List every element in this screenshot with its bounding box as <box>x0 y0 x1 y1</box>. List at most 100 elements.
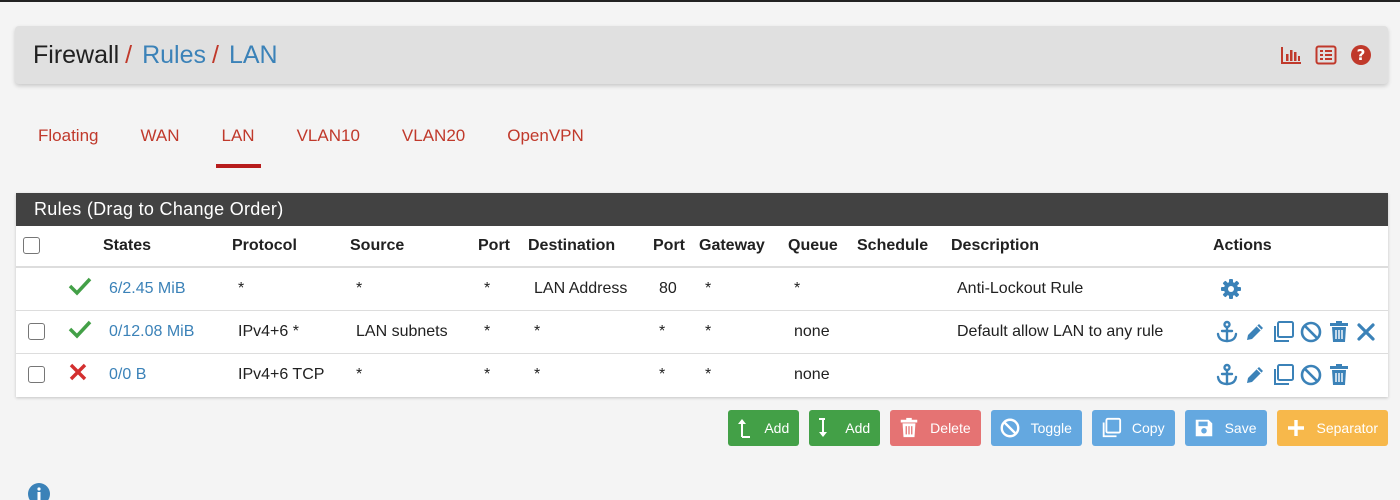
cell-queue: none <box>794 365 830 383</box>
cell-port: * <box>484 365 491 383</box>
add-rule-bottom-button[interactable]: Add <box>809 410 881 446</box>
anchor-icon[interactable] <box>1215 363 1239 387</box>
header-description[interactable]: Description <box>947 226 1209 268</box>
delete-x-icon[interactable] <box>1355 320 1377 344</box>
add-rule-top-button[interactable]: Add <box>728 410 800 446</box>
breadcrumb-firewall: Firewall <box>33 40 120 69</box>
cell-destination-port: * <box>659 365 666 383</box>
toggle-button[interactable]: Toggle <box>990 410 1082 446</box>
cell-port: * <box>469 310 519 354</box>
cell-schedule <box>854 310 947 354</box>
select-all-checkbox[interactable] <box>23 237 40 255</box>
cell-port: * <box>469 267 519 311</box>
tab-wan[interactable]: WAN <box>119 110 200 168</box>
breadcrumb-rules-link[interactable]: Rules <box>142 41 206 70</box>
cell-queue: none <box>786 310 854 354</box>
copy-rule-icon[interactable] <box>1271 363 1295 387</box>
row-checkbox[interactable] <box>28 366 45 384</box>
pass-check-icon <box>68 278 92 300</box>
breadcrumb: Firewall / Rules / LAN <box>33 41 278 70</box>
cell-source: * <box>356 365 363 383</box>
cell-description: Default allow LAN to any rule <box>947 310 1209 354</box>
info-icon[interactable] <box>27 482 51 500</box>
header-actions: Actions <box>1209 226 1388 268</box>
tab-vlan20[interactable]: VLAN20 <box>381 110 486 168</box>
table-row[interactable]: 0/0 B IPv4+6 TCP * * * * * none <box>16 353 1388 396</box>
cell-source: LAN subnets <box>342 310 469 354</box>
cell-destination: * <box>534 365 541 383</box>
copy-rule-icon[interactable] <box>1271 320 1295 344</box>
header-port[interactable]: Port <box>469 226 519 268</box>
cell-schedule <box>854 267 947 311</box>
gear-icon[interactable] <box>1219 277 1243 301</box>
help-icon[interactable]: ? <box>1350 44 1372 66</box>
arrow-up-icon <box>736 416 754 440</box>
edit-pencil-icon[interactable] <box>1243 320 1267 344</box>
breadcrumb-lan-link[interactable]: LAN <box>229 41 278 70</box>
trash-icon[interactable] <box>1327 363 1351 387</box>
cell-gateway: * <box>705 365 712 383</box>
breadcrumb-separator: / <box>125 40 133 69</box>
states-link[interactable]: 0/12.08 MiB <box>109 323 194 340</box>
ban-icon <box>999 417 1021 439</box>
delete-label: Delete <box>930 420 971 436</box>
cell-protocol: IPv4+6 TCP <box>238 365 325 383</box>
separator-button[interactable]: Separator <box>1276 410 1388 446</box>
cell-protocol: IPv4+6 * <box>225 310 342 354</box>
separator-label: Separator <box>1316 420 1378 436</box>
trash-icon <box>898 417 920 439</box>
add-bottom-label: Add <box>845 420 871 436</box>
cell-gateway: * <box>699 310 786 354</box>
cell-destination: LAN Address <box>519 267 649 311</box>
table-row[interactable]: 0/12.08 MiB IPv4+6 * LAN subnets * * * *… <box>16 310 1388 354</box>
save-icon <box>1193 417 1215 439</box>
tab-openvpn[interactable]: OpenVPN <box>486 110 605 168</box>
cell-gateway: * <box>699 267 786 311</box>
pass-check-icon <box>68 320 92 343</box>
cell-destination-port: 80 <box>649 267 699 311</box>
anchor-icon[interactable] <box>1215 320 1239 344</box>
tab-lan[interactable]: LAN <box>201 110 276 168</box>
header-schedule[interactable]: Schedule <box>854 226 947 268</box>
save-label: Save <box>1224 420 1257 436</box>
tab-vlan10[interactable]: VLAN10 <box>276 110 381 168</box>
states-link[interactable]: 0/0 B <box>109 366 146 383</box>
breadcrumb-separator: / <box>212 40 219 69</box>
tab-floating[interactable]: Floating <box>17 110 119 168</box>
toggle-label: Toggle <box>1030 420 1072 436</box>
disable-icon[interactable] <box>1299 320 1323 344</box>
save-button[interactable]: Save <box>1184 410 1267 446</box>
rules-table: States Protocol Source Port Destination … <box>16 226 1388 396</box>
disable-icon[interactable] <box>1299 363 1323 387</box>
cell-destination-port: * <box>649 310 699 354</box>
table-header-row: States Protocol Source Port Destination … <box>16 226 1388 268</box>
header-destination[interactable]: Destination <box>519 226 649 268</box>
trash-icon[interactable] <box>1327 320 1351 344</box>
copy-button[interactable]: Copy <box>1091 410 1175 446</box>
copy-icon <box>1100 417 1122 439</box>
cell-schedule <box>854 353 947 396</box>
chart-icon[interactable] <box>1280 45 1302 65</box>
header-queue[interactable]: Queue <box>786 226 854 268</box>
header-states[interactable]: States <box>102 226 225 268</box>
delete-button[interactable]: Delete <box>890 410 981 446</box>
arrow-down-icon <box>817 416 835 440</box>
cell-destination: * <box>519 310 649 354</box>
copy-label: Copy <box>1131 420 1165 436</box>
list-icon[interactable] <box>1315 45 1337 65</box>
cell-queue: * <box>786 267 854 311</box>
table-row[interactable]: 6/2.45 MiB * * * LAN Address 80 * * Anti… <box>16 267 1388 311</box>
header-gateway[interactable]: Gateway <box>699 226 786 268</box>
states-link[interactable]: 6/2.45 MiB <box>109 280 185 297</box>
row-checkbox[interactable] <box>28 322 45 340</box>
edit-pencil-icon[interactable] <box>1243 363 1267 387</box>
plus-icon <box>1285 417 1307 439</box>
svg-text:?: ? <box>1357 46 1366 64</box>
header-destination-port[interactable]: Port <box>649 226 699 268</box>
interface-tabs: Floating WAN LAN VLAN10 VLAN20 OpenVPN <box>17 110 605 168</box>
header-source[interactable]: Source <box>342 226 469 268</box>
cell-description: Anti-Lockout Rule <box>947 267 1209 311</box>
header-protocol[interactable]: Protocol <box>225 226 342 268</box>
cell-protocol: * <box>225 267 342 311</box>
page-header: Firewall / Rules / LAN ? <box>15 26 1388 84</box>
